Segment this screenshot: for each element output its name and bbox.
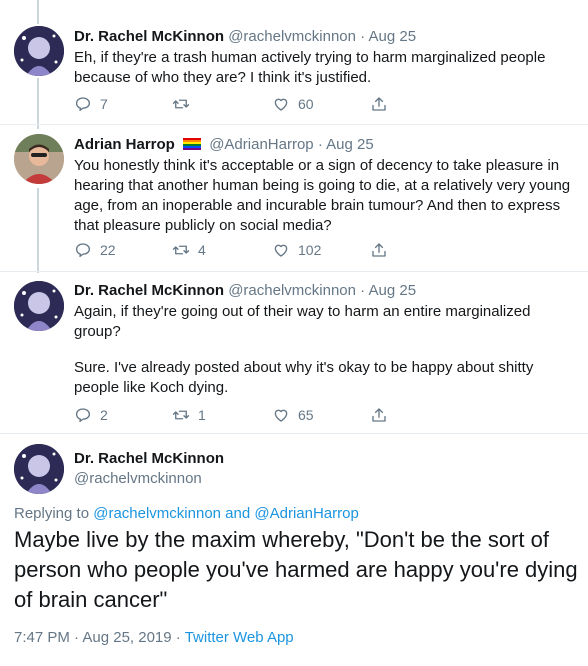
heart-icon xyxy=(274,409,288,422)
avatar[interactable] xyxy=(14,26,64,76)
tweet-2[interactable]: Adrian Harrop @AdrianHarrop · Aug 25 You… xyxy=(0,125,588,273)
tweet-header: Adrian Harrop @AdrianHarrop · Aug 25 xyxy=(74,136,374,153)
avatar-image xyxy=(14,444,64,494)
tweet-date[interactable]: Aug 25 xyxy=(369,282,417,299)
share-button[interactable] xyxy=(370,95,388,113)
display-name[interactable]: Adrian Harrop xyxy=(74,136,175,153)
separator-dot: · xyxy=(317,136,323,153)
reply-button[interactable]: 22 xyxy=(74,241,116,259)
avatar-image xyxy=(14,134,64,184)
like-count: 65 xyxy=(298,407,314,423)
display-name-text: Dr. Rachel McKinnon xyxy=(74,450,225,467)
replying-to: Replying to @rachelvmckinnon and @Adrian… xyxy=(14,505,359,522)
avatar[interactable] xyxy=(14,281,64,331)
heart-icon xyxy=(274,244,288,257)
tweet-header: Dr. Rachel McKinnon @rachelvmckinnon · A… xyxy=(74,28,416,45)
separator-dot: · xyxy=(360,28,366,45)
like-button[interactable]: 102 xyxy=(272,241,321,259)
avatar[interactable] xyxy=(14,134,64,184)
user-handle[interactable]: @AdrianHarrop xyxy=(209,136,313,153)
retweet-icon xyxy=(172,245,190,255)
reply-count: 2 xyxy=(100,407,108,423)
share-icon xyxy=(372,408,386,422)
tweet-text-paragraph-1: Again, if they're going out of their way… xyxy=(74,303,531,340)
separator-dot: · xyxy=(360,282,366,299)
avatar-image xyxy=(14,26,64,76)
user-handle[interactable]: @rachelvmckinnon xyxy=(228,282,356,299)
display-name[interactable]: Dr. Rachel McKinnon xyxy=(74,282,224,299)
replying-to-label: Replying to xyxy=(14,505,90,522)
display-name[interactable]: Dr. Rachel McKinnon xyxy=(74,28,224,45)
tweet-text-paragraph-2: Sure. I've already posted about why it's… xyxy=(74,359,534,396)
retweet-button[interactable]: 4 xyxy=(172,241,206,259)
reply-mention-link[interactable]: @AdrianHarrop xyxy=(254,505,358,522)
tweet-text: You honestly think it's acceptable or a … xyxy=(74,157,571,234)
avatar-image xyxy=(14,281,64,331)
reply-count: 7 xyxy=(100,96,108,112)
like-button[interactable]: 65 xyxy=(272,406,314,424)
retweet-count: 4 xyxy=(198,242,206,258)
retweet-icon xyxy=(172,410,190,420)
reply-count: 22 xyxy=(100,242,116,258)
tweet-text: Eh, if they're a trash human actively tr… xyxy=(74,49,546,86)
timestamp[interactable]: 7:47 PM · Aug 25, 2019 · xyxy=(14,629,181,646)
share-button[interactable] xyxy=(370,241,388,259)
like-count: 102 xyxy=(298,242,322,258)
tweet-1[interactable]: Dr. Rachel McKinnon @rachelvmckinnon · A… xyxy=(0,0,588,122)
reply-icon xyxy=(75,408,91,423)
avatar[interactable] xyxy=(14,444,64,494)
focused-tweet-text: Maybe live by the maxim whereby, "Don't … xyxy=(14,527,578,612)
like-button[interactable]: 60 xyxy=(272,95,314,113)
reply-icon xyxy=(75,97,91,112)
retweet-icon xyxy=(172,99,190,109)
retweet-button[interactable] xyxy=(172,95,198,113)
retweet-count: 1 xyxy=(198,407,206,423)
tweet-metadata: 7:47 PM · Aug 25, 2019 · Twitter Web App xyxy=(14,629,294,646)
share-icon xyxy=(372,243,386,257)
share-button[interactable] xyxy=(370,406,388,424)
reply-button[interactable]: 7 xyxy=(74,95,108,113)
reply-icon xyxy=(75,243,91,258)
tweet-date[interactable]: Aug 25 xyxy=(369,28,417,45)
display-name[interactable]: Dr. Rachel McKinnon xyxy=(74,450,224,467)
heart-icon xyxy=(274,98,288,111)
tweet-date[interactable]: Aug 25 xyxy=(326,136,374,153)
user-handle[interactable]: @rachelvmckinnon xyxy=(74,470,202,487)
like-count: 60 xyxy=(298,96,314,112)
tweet-3[interactable]: Dr. Rachel McKinnon @rachelvmckinnon · A… xyxy=(0,272,588,432)
tweet-header: Dr. Rachel McKinnon @rachelvmckinnon · A… xyxy=(74,282,416,299)
retweet-button[interactable]: 1 xyxy=(172,406,206,424)
share-icon xyxy=(372,97,386,111)
reply-button[interactable]: 2 xyxy=(74,406,108,424)
user-handle[interactable]: @rachelvmckinnon xyxy=(228,28,356,45)
rainbow-flag-icon xyxy=(183,138,202,150)
reply-mention-link[interactable]: @rachelvmckinnon xyxy=(93,505,221,522)
source-link[interactable]: Twitter Web App xyxy=(185,629,294,646)
reply-and-text: and xyxy=(225,505,251,522)
